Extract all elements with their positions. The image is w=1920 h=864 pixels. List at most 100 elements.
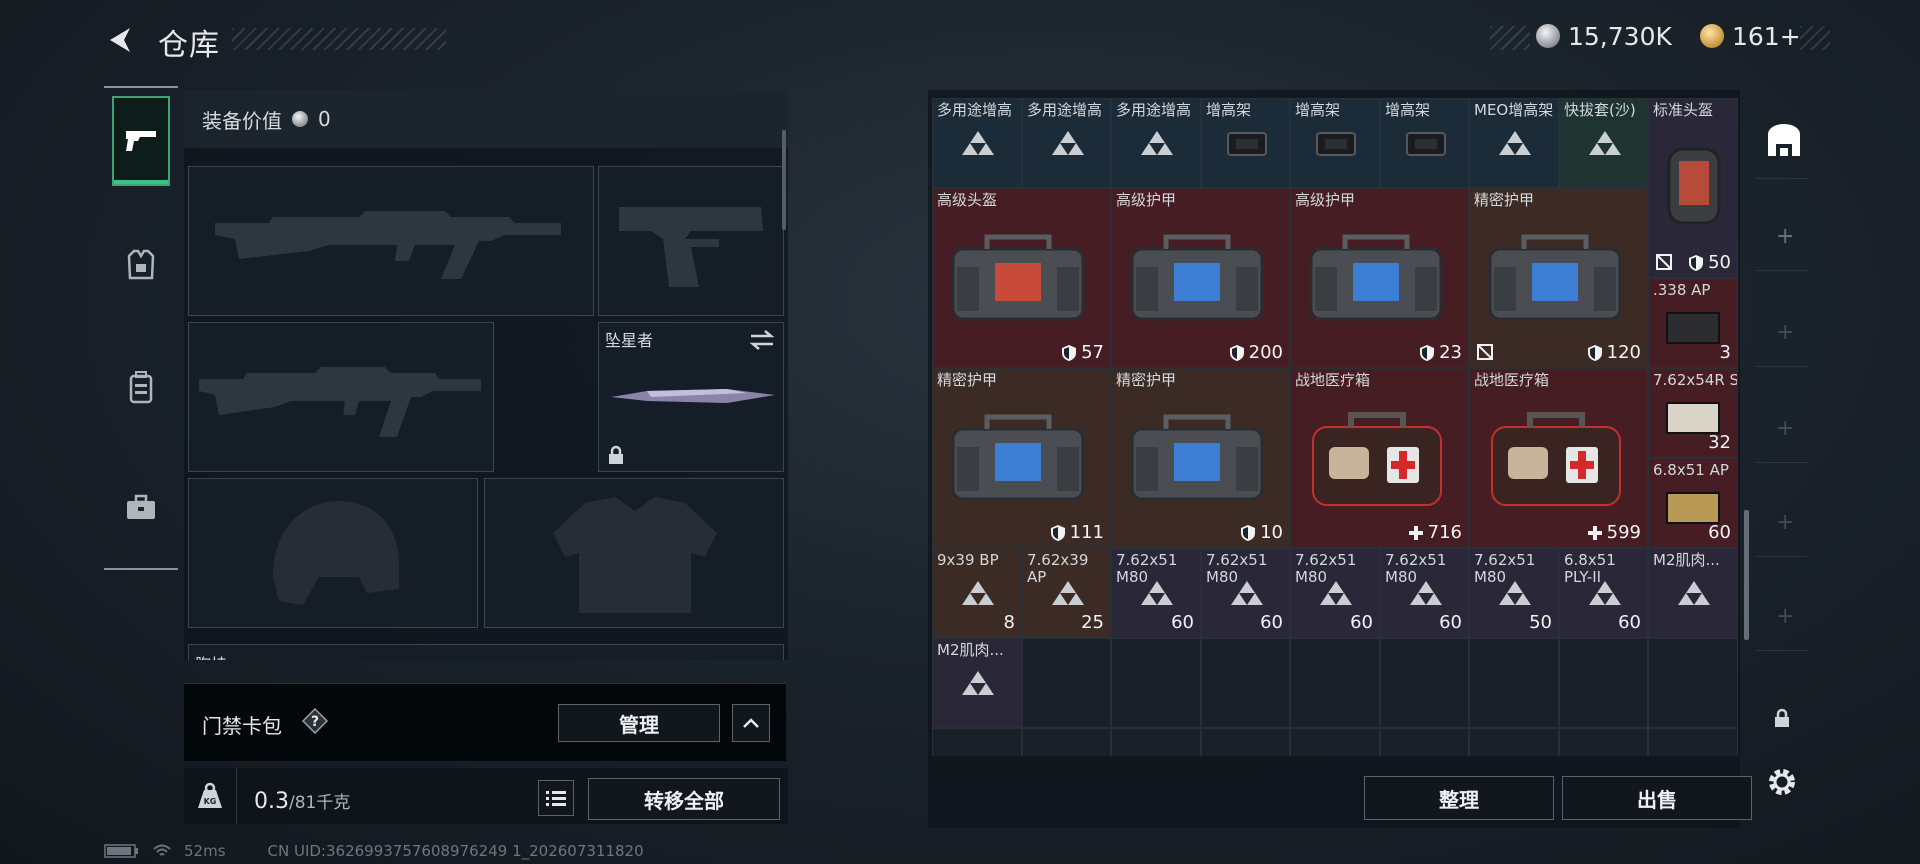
weight-readout: 0.3/81千克: [254, 788, 350, 814]
item-count: 50: [1529, 612, 1552, 633]
helmet-slot[interactable]: [188, 478, 478, 628]
inventory-item[interactable]: 高级护甲 23: [1290, 188, 1469, 368]
armor-slot[interactable]: [484, 478, 784, 628]
item-count-value: 716: [1427, 522, 1462, 543]
collapse-button[interactable]: [732, 704, 770, 742]
inventory-item[interactable]: 6.8x51 PLY-II 60: [1559, 548, 1648, 638]
inventory-item[interactable]: 高级头盔 57: [932, 188, 1111, 368]
item-name: MEO增高架: [1474, 101, 1554, 119]
empty-slot[interactable]: [1111, 728, 1201, 756]
inventory-item[interactable]: 精密护甲 10: [1111, 368, 1290, 548]
empty-slot[interactable]: [1111, 638, 1201, 728]
equipment-value-header: 装备价值 0: [184, 90, 788, 148]
item-count-value: 60: [1439, 612, 1462, 633]
inventory-item[interactable]: 7.62x54R SNB 32: [1648, 368, 1738, 458]
organize-button[interactable]: 整理: [1364, 776, 1554, 820]
inventory-item[interactable]: 多用途增高: [1022, 98, 1111, 188]
empty-slot[interactable]: [1290, 728, 1380, 756]
equipment-scrollbar[interactable]: [782, 130, 786, 230]
mount-image: [1316, 132, 1356, 156]
empty-slot[interactable]: [1559, 728, 1648, 756]
empty-slot[interactable]: [1022, 728, 1111, 756]
item-name: 多用途增高: [1116, 101, 1192, 119]
empty-slot[interactable]: [932, 728, 1022, 756]
list-view-button[interactable]: [538, 780, 574, 816]
manage-button[interactable]: 管理: [558, 704, 720, 742]
nav-backpack[interactable]: [112, 342, 170, 432]
armor-vest-icon: [127, 249, 155, 280]
empty-slot[interactable]: [1201, 638, 1290, 728]
inventory-item[interactable]: 多用途增高: [1111, 98, 1201, 188]
empty-slot[interactable]: [1559, 638, 1648, 728]
storage-icon[interactable]: [1764, 120, 1804, 160]
empty-slot[interactable]: [1022, 638, 1111, 728]
inventory-item[interactable]: 快拔套(沙): [1559, 98, 1648, 188]
inventory-item[interactable]: 高级护甲 200: [1111, 188, 1290, 368]
inventory-item[interactable]: 战地医疗箱 599: [1469, 368, 1648, 548]
rail-divider: [1756, 556, 1808, 557]
empty-slot[interactable]: [1380, 638, 1469, 728]
add-container-plus[interactable]: +: [1776, 416, 1794, 441]
inventory-item[interactable]: 6.8x51 AP 60: [1648, 458, 1738, 548]
inventory-item[interactable]: M2肌肉...: [1648, 548, 1738, 638]
empty-slot[interactable]: [1469, 728, 1559, 756]
armor-bag-image: [1130, 234, 1264, 321]
inventory-item[interactable]: 增高架: [1380, 98, 1469, 188]
keycard-label: 门禁卡包: [202, 714, 282, 738]
ammo-box-image: [1666, 312, 1720, 344]
empty-slot[interactable]: [1290, 638, 1380, 728]
empty-slot[interactable]: [1648, 728, 1738, 756]
inventory-item[interactable]: 9x39 BP 8: [932, 548, 1022, 638]
help-icon[interactable]: ?: [302, 708, 328, 734]
melee-slot[interactable]: 坠星者: [598, 322, 784, 472]
add-container-plus[interactable]: +: [1776, 224, 1794, 249]
empty-slot[interactable]: [1648, 638, 1738, 728]
equipment-panel: 装备价值 0 坠星者: [184, 90, 788, 660]
inventory-item[interactable]: 7.62x51 M80 60: [1380, 548, 1469, 638]
add-container-plus[interactable]: +: [1776, 510, 1794, 535]
inventory-item[interactable]: .338 AP 3: [1648, 278, 1738, 368]
inventory-scrollbar[interactable]: [1744, 510, 1749, 640]
inventory-item[interactable]: 精密护甲 120: [1469, 188, 1648, 368]
inventory-item[interactable]: 标准头盔 50: [1648, 98, 1738, 278]
nav-case[interactable]: [112, 462, 170, 552]
inventory-item[interactable]: 精密护甲 111: [932, 368, 1111, 548]
pistol-slot[interactable]: [598, 166, 784, 316]
primary-weapon-slot[interactable]: [188, 166, 594, 316]
empty-slot[interactable]: [1201, 728, 1290, 756]
settings-gear-icon[interactable]: [1764, 764, 1800, 800]
secondary-weapon-slot[interactable]: [188, 322, 494, 472]
nav-weapons[interactable]: [112, 96, 170, 186]
inventory-item[interactable]: 战地医疗箱 716: [1290, 368, 1469, 548]
inventory-item[interactable]: 7.62x51 M80 60: [1290, 548, 1380, 638]
sell-button[interactable]: 出售: [1562, 776, 1752, 820]
placeholder-triangle-icon: [1499, 581, 1531, 605]
inventory-item[interactable]: M2肌肉...: [932, 638, 1022, 728]
inventory-item[interactable]: 7.62x51 M80 60: [1111, 548, 1201, 638]
item-count: 200: [1229, 342, 1283, 363]
chest-rig-slot[interactable]: 胸挂: [188, 644, 784, 660]
inventory-item[interactable]: 7.62x39 AP 25: [1022, 548, 1111, 638]
inventory-item[interactable]: 7.62x51 M80 60: [1201, 548, 1290, 638]
inventory-item[interactable]: 增高架: [1201, 98, 1290, 188]
inventory-item[interactable]: 增高架: [1290, 98, 1380, 188]
mount-image: [1406, 132, 1446, 156]
item-name: 高级护甲: [1116, 191, 1177, 209]
add-container-plus[interactable]: +: [1776, 320, 1794, 345]
nav-armor[interactable]: [112, 220, 170, 310]
transfer-all-button[interactable]: 转移全部: [588, 778, 780, 820]
back-arrow-icon[interactable]: [104, 24, 136, 56]
add-container-plus[interactable]: +: [1776, 604, 1794, 629]
empty-slot[interactable]: [1380, 728, 1469, 756]
swap-arrows-icon[interactable]: [749, 329, 775, 351]
currency-gold[interactable]: 161+: [1700, 20, 1801, 52]
item-name: 精密护甲: [1116, 371, 1177, 389]
armor-bag-image: [1488, 234, 1622, 321]
svg-text:KG: KG: [204, 797, 217, 806]
inventory-item[interactable]: 7.62x51 M80 50: [1469, 548, 1559, 638]
chevron-up-icon: [743, 718, 759, 728]
empty-slot[interactable]: [1469, 638, 1559, 728]
inventory-item[interactable]: MEO增高架: [1469, 98, 1559, 188]
melee-name: 坠星者: [605, 331, 654, 350]
inventory-item[interactable]: 多用途增高: [932, 98, 1022, 188]
